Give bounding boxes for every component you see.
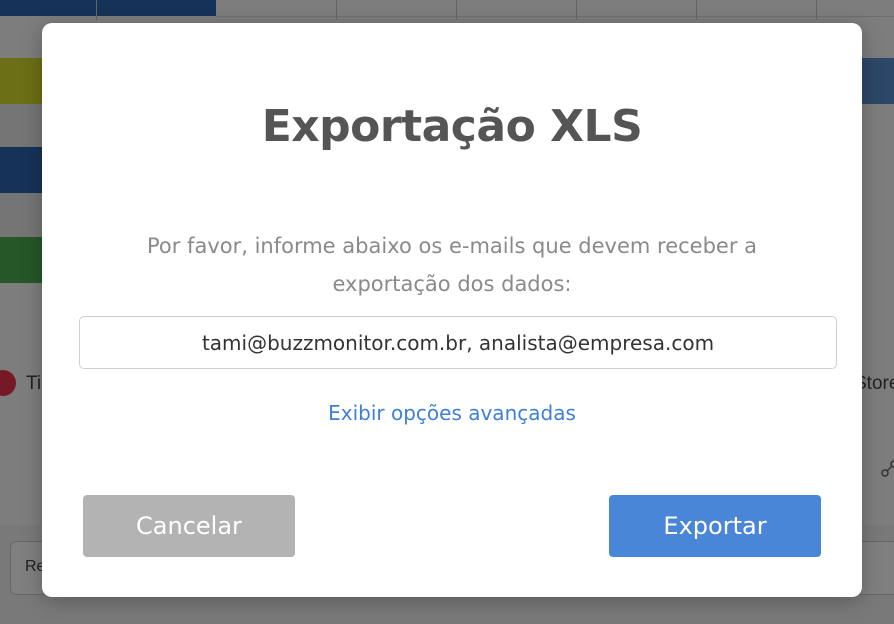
email-input[interactable] bbox=[79, 316, 837, 369]
export-button[interactable]: Exportar bbox=[609, 495, 821, 557]
cancel-button[interactable]: Cancelar bbox=[83, 495, 295, 557]
modal-description: Por favor, informe abaixo os e-mails que… bbox=[146, 234, 758, 296]
advanced-options-link[interactable]: Exibir opções avançadas bbox=[42, 401, 862, 425]
modal-title: Exportação XLS bbox=[261, 101, 643, 152]
export-modal: Exportação XLS Por favor, informe abaixo… bbox=[42, 23, 862, 597]
